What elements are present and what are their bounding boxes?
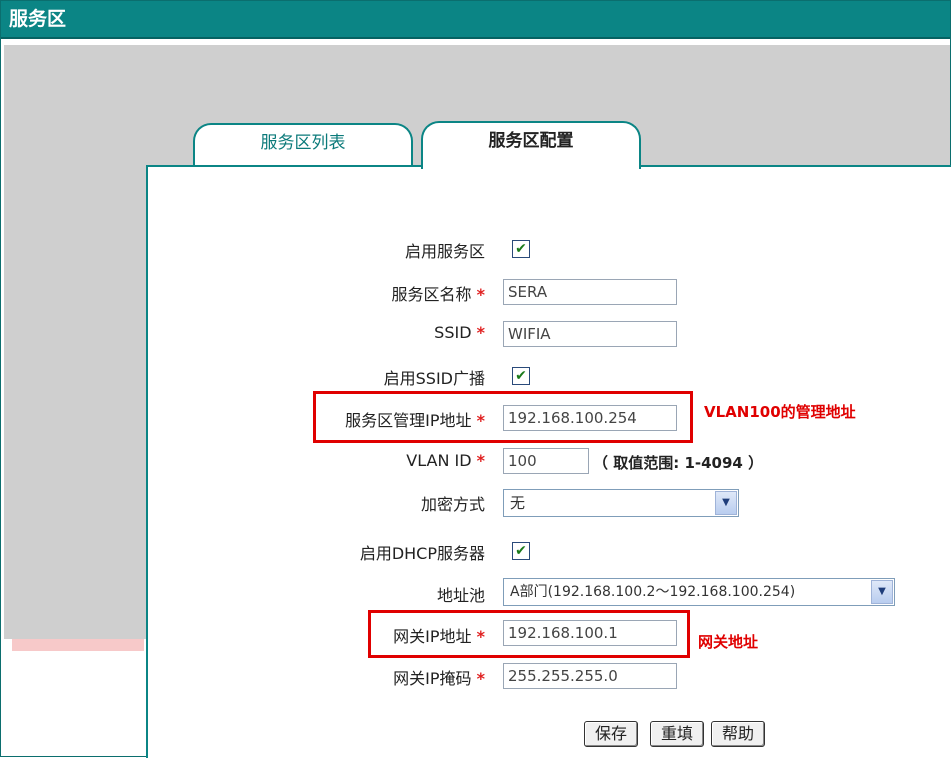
check-icon: ✔ [515, 241, 527, 257]
background-area-left [4, 165, 146, 639]
enable-dhcp-label: 启用DHCP服务器 [359, 544, 485, 563]
tab-service-area-list[interactable]: 服务区列表 [193, 123, 413, 167]
app-window: 服务区 服务区列表 服务区配置 启用服务区 ✔ 服务区名称 * SERA SSI… [0, 0, 951, 758]
check-icon: ✔ [515, 543, 527, 559]
address-pool-selected: A部门(192.168.100.2～192.168.100.254) [510, 584, 796, 600]
encryption-selected: 无 [510, 494, 526, 512]
gateway-ip-note: 网关地址 [698, 633, 759, 651]
enable-dhcp-checkbox[interactable]: ✔ [512, 542, 530, 560]
help-button[interactable]: 帮助 [711, 721, 765, 747]
address-pool-label: 地址池 [436, 586, 485, 605]
enable-ssid-broadcast-label: 启用SSID广播 [383, 369, 485, 388]
mgmt-ip-note: VLAN100的管理地址 [704, 403, 856, 421]
required-mark: * [476, 669, 485, 688]
address-pool-select[interactable]: A部门(192.168.100.2～192.168.100.254) ▼ [503, 578, 895, 606]
enable-service-area-checkbox[interactable]: ✔ [512, 240, 530, 258]
vlan-range-hint: （ 取值范围: 1-4094 ） [593, 454, 764, 472]
gateway-mask-input[interactable]: 255.255.255.0 [503, 663, 677, 689]
chevron-down-icon[interactable]: ▼ [871, 580, 893, 604]
ssid-input[interactable]: WIFIA [503, 321, 677, 347]
required-mark: * [476, 627, 485, 646]
required-mark: * [476, 323, 485, 342]
gateway-ip-label: 网关IP地址 * [393, 627, 485, 646]
check-icon: ✔ [515, 368, 527, 384]
encryption-select[interactable]: 无 ▼ [503, 489, 739, 517]
save-button[interactable]: 保存 [584, 721, 638, 747]
gateway-mask-label: 网关IP掩码 * [393, 669, 485, 688]
tab-service-area-config[interactable]: 服务区配置 [421, 121, 641, 169]
enable-service-area-label: 启用服务区 [404, 242, 485, 261]
service-area-name-input[interactable]: SERA [503, 279, 677, 305]
required-mark: * [476, 451, 485, 470]
chevron-down-icon[interactable]: ▼ [715, 491, 737, 515]
vlan-id-input[interactable]: 100 [503, 448, 589, 474]
ssid-label: SSID * [434, 323, 485, 342]
mgmt-ip-input[interactable]: 192.168.100.254 [503, 405, 677, 431]
service-area-name-label: 服务区名称 * [391, 285, 485, 304]
gateway-ip-input[interactable]: 192.168.100.1 [503, 620, 677, 646]
vlan-id-label: VLAN ID * [406, 451, 485, 470]
required-mark: * [476, 285, 485, 304]
enable-ssid-broadcast-checkbox[interactable]: ✔ [512, 367, 530, 385]
encryption-label: 加密方式 [420, 495, 485, 514]
reset-button[interactable]: 重填 [650, 721, 704, 747]
window-title: 服务区 [1, 1, 950, 39]
mgmt-ip-label: 服务区管理IP地址 * [345, 411, 485, 430]
required-mark: * [476, 411, 485, 430]
